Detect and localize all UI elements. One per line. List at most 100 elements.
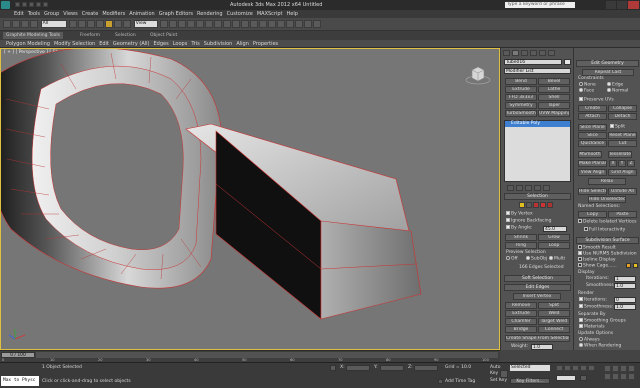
ribbon-edit[interactable]: Edit (97, 40, 111, 48)
redo-toolbar-icon[interactable] (12, 20, 20, 28)
planar-z-button[interactable]: Z (627, 160, 635, 167)
render-iterations-check-icon[interactable] (579, 297, 583, 301)
split-button[interactable]: Split (538, 302, 570, 309)
edit-geometry-rollout-header[interactable]: Edit Geometry (576, 60, 639, 67)
rotate-icon[interactable] (114, 20, 123, 28)
selection-filter-dropdown[interactable]: All (40, 20, 67, 28)
update-when-rendering-radio[interactable]: When Rendering (579, 343, 621, 350)
render-iterations-spinner[interactable]: 0 (614, 297, 636, 303)
polygon-level-icon[interactable] (540, 202, 546, 208)
modifier-symmetry-button[interactable]: Symmetry (505, 102, 537, 109)
percent-snap-icon[interactable] (205, 20, 214, 28)
edit-edges-rollout-header[interactable]: Edit Edges (504, 284, 571, 291)
remove-button[interactable]: Remove (505, 302, 537, 309)
material-editor-icon[interactable] (286, 20, 295, 28)
planar-y-button[interactable]: Y (618, 160, 626, 167)
unhide-all-button[interactable]: Unhide All (608, 188, 637, 195)
ribbon-properties[interactable]: Properties (251, 40, 280, 48)
unlink-icon[interactable] (30, 20, 38, 28)
preview-subobj-radio[interactable]: SubObj (526, 256, 547, 263)
configure-sets-icon[interactable] (543, 185, 550, 191)
hide-unselected-button[interactable]: Hide Unselected (588, 196, 626, 203)
prev-frame-icon[interactable] (564, 365, 571, 371)
insert-vertex-button[interactable]: Insert Vertex (513, 293, 561, 300)
soft-selection-rollout-header[interactable]: Soft Selection (504, 275, 571, 282)
rendered-frame-icon[interactable] (304, 20, 313, 28)
shrink-button[interactable]: Shrink (505, 234, 537, 241)
attach-button[interactable]: Attach (578, 113, 607, 120)
scale-icon[interactable] (123, 20, 132, 28)
snaps-icon[interactable] (187, 20, 196, 28)
time-slider[interactable]: 0 / 100 0 10 20 30 40 50 60 70 80 90 100 (0, 350, 500, 362)
grow-button[interactable]: Grow (538, 234, 570, 241)
link-icon[interactable] (21, 20, 29, 28)
planar-x-button[interactable]: X (609, 160, 617, 167)
zoom-icon[interactable] (604, 365, 611, 372)
field-of-view-icon[interactable] (604, 373, 611, 380)
preview-multi-radio[interactable]: Multi (549, 256, 565, 263)
maxscript-listener[interactable]: Max to Physc (1, 376, 39, 386)
stack-item-editable-poly[interactable]: Editable Poly (505, 121, 570, 127)
go-to-start-icon[interactable] (556, 365, 563, 371)
create-shape-button[interactable]: Create Shape From Selection (505, 335, 570, 342)
reset-plane-button[interactable]: Reset Plane (608, 132, 637, 139)
cage-color-swatch-2[interactable] (633, 263, 638, 268)
next-frame-icon[interactable] (580, 365, 587, 371)
detach-button[interactable]: Detach (608, 113, 637, 120)
ring-button[interactable]: Ring (505, 242, 537, 249)
show-end-result-icon[interactable] (516, 185, 523, 191)
modifier-taper-button[interactable]: Taper (538, 102, 570, 109)
save-icon[interactable] (29, 2, 34, 7)
by-angle-checkbox[interactable]: By Angle: (506, 225, 533, 232)
modifier-turbosmooth-button[interactable]: TurboSmooth (505, 110, 537, 117)
reference-coord-dropdown[interactable]: View (133, 20, 158, 28)
menu-rendering[interactable]: Rendering (195, 10, 225, 18)
z-coord-field[interactable] (414, 365, 438, 371)
delete-isolated-checkbox[interactable]: Delete Isolated Vertices (578, 219, 636, 226)
element-level-icon[interactable] (547, 202, 553, 208)
full-interactivity-checkbox[interactable]: Full Interactivity (584, 227, 625, 234)
modifier-shell-button[interactable]: Shell (538, 94, 570, 101)
ribbon-edges[interactable]: Edges (152, 40, 171, 48)
show-cage-checkbox[interactable]: Show Cage...... (578, 263, 617, 270)
preview-off-radio[interactable]: Off (506, 256, 518, 263)
extrude-button[interactable]: Extrude (505, 310, 537, 317)
render-setup-icon[interactable] (295, 20, 304, 28)
render-smoothness-check-icon[interactable] (579, 304, 583, 308)
modify-tab-icon[interactable] (512, 50, 519, 56)
tab-graphite-modeling-tools[interactable]: Graphite Modeling Tools (3, 32, 64, 39)
menu-customize[interactable]: Customize (225, 10, 255, 18)
selected-dropdown[interactable]: Selected (510, 365, 550, 371)
ribbon-loops[interactable]: Loops (171, 40, 190, 48)
grid-align-button[interactable]: Grid Align (608, 169, 637, 176)
maximize-button[interactable] (617, 1, 627, 9)
menu-graph-editors[interactable]: Graph Editors (157, 10, 195, 18)
redo-icon[interactable] (43, 2, 48, 7)
spinner-snap-icon[interactable] (214, 20, 223, 28)
view-align-button[interactable]: View Align (578, 169, 607, 176)
time-config-icon[interactable] (580, 375, 587, 381)
pan-icon[interactable] (612, 373, 619, 380)
go-to-end-icon[interactable] (588, 365, 595, 371)
relax-button[interactable]: Relax (588, 178, 626, 185)
ribbon-geometry[interactable]: Geometry (All) (111, 40, 152, 48)
window-crossing-icon[interactable] (96, 20, 105, 28)
make-unique-icon[interactable] (525, 185, 532, 191)
named-selection-icon[interactable] (223, 20, 232, 28)
render-icon[interactable] (313, 20, 322, 28)
repeat-last-button[interactable]: Repeat Last (582, 69, 634, 76)
zoom-all-icon[interactable] (612, 365, 619, 372)
object-color-swatch[interactable] (564, 59, 571, 65)
menu-create[interactable]: Create (80, 10, 101, 18)
chamfer-button[interactable]: Chamfer (505, 318, 537, 325)
rect-selection-icon[interactable] (87, 20, 96, 28)
msmooth-button[interactable]: MSmooth (578, 151, 602, 158)
materials-checkbox[interactable]: Materials (579, 324, 605, 331)
ribbon-polygon-modeling[interactable]: Polygon Modeling (4, 40, 52, 48)
modifier-ffd-button[interactable]: FFD 3x3x3 (505, 94, 537, 101)
modifier-bend-button[interactable]: Bend (505, 78, 537, 85)
close-button[interactable] (628, 1, 639, 9)
perspective-viewport[interactable]: [ + ] [ Perspective ] [ Shaded + Edged F… (0, 48, 500, 350)
modifier-list-dropdown[interactable]: Modifier List (504, 68, 571, 74)
menu-modifiers[interactable]: Modifiers (100, 10, 127, 18)
